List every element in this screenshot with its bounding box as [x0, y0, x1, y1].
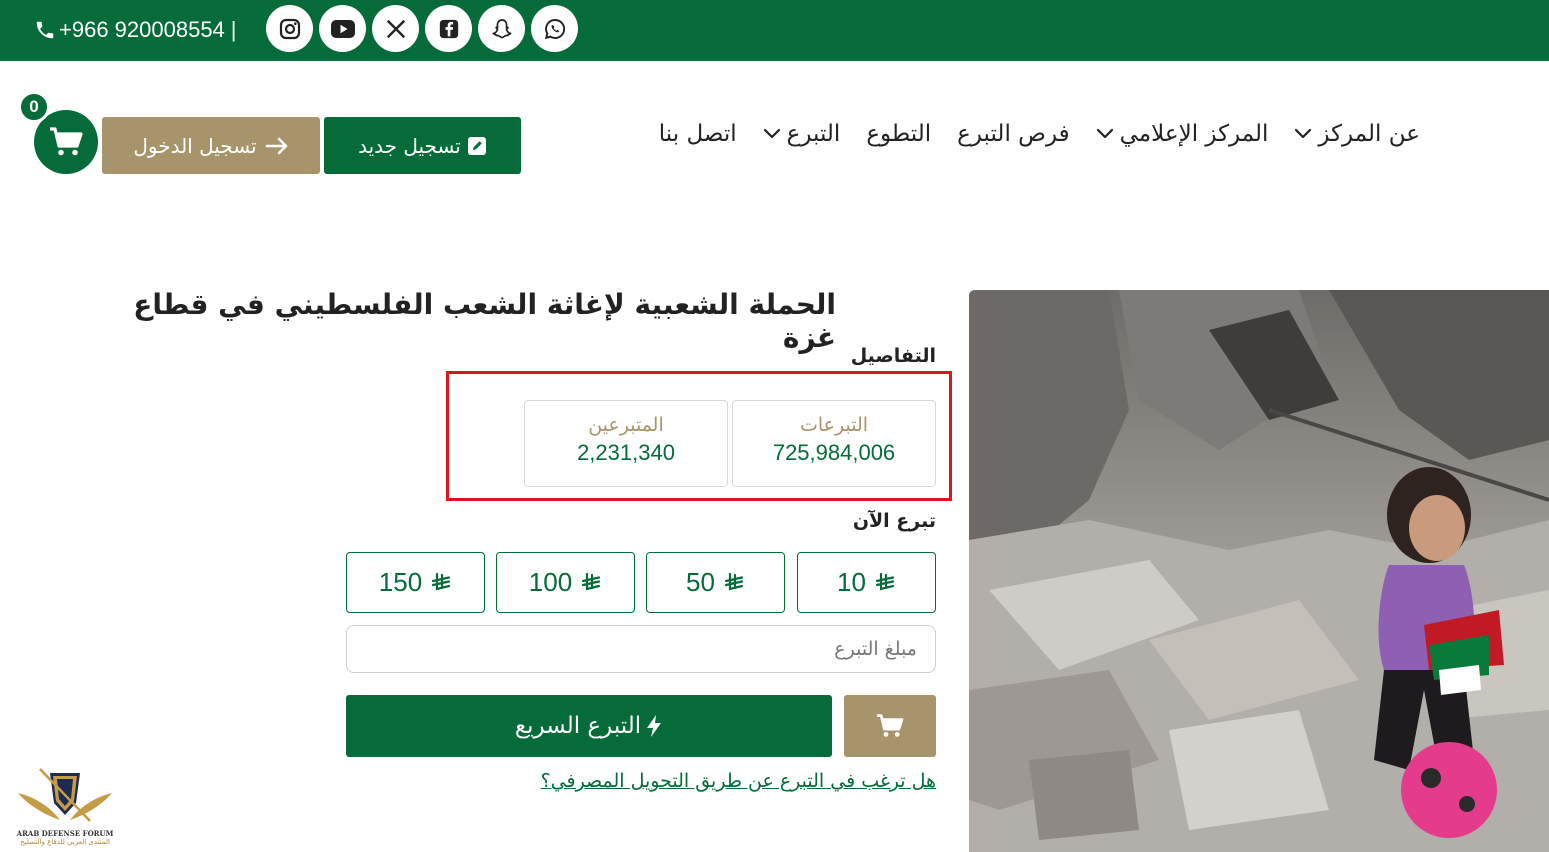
arrow-right-icon: [265, 137, 287, 154]
quick-donate-label: التبرع السريع: [514, 713, 642, 739]
x-link[interactable]: [372, 5, 419, 52]
amount-value: 100: [528, 567, 573, 597]
arab-defense-forum-watermark: ARAB DEFENSE FORUM المنتدى العربي للدفاع…: [10, 765, 120, 850]
donation-amount-input[interactable]: [346, 625, 936, 673]
riyal-icon: [724, 572, 744, 590]
amount-option-50[interactable]: 50: [646, 552, 785, 613]
phone-separator: |: [230, 17, 237, 42]
snapchat-icon: [491, 18, 512, 38]
phone-icon: [36, 21, 54, 39]
nav-item-label: فرص التبرع: [957, 121, 1070, 147]
login-label: تسجيل الدخول: [133, 133, 257, 158]
campaign-photo: [969, 290, 1549, 852]
whatsapp-link[interactable]: [531, 5, 578, 52]
nav-item-2[interactable]: فرص التبرع: [957, 121, 1070, 147]
riyal-icon: [582, 572, 601, 590]
amount-option-150[interactable]: 150: [346, 552, 485, 613]
riyal-icon: [432, 572, 451, 590]
whatsapp-icon: [544, 18, 565, 39]
nav-item-1[interactable]: المركز الإعلامي: [1096, 121, 1269, 147]
nav-item-label: المركز الإعلامي: [1119, 121, 1269, 147]
donations-value: 725,984,006: [772, 440, 896, 465]
nav-item-4[interactable]: التبرع: [763, 121, 841, 147]
register-button[interactable]: تسجيل جديد: [324, 117, 521, 174]
login-button[interactable]: تسجيل الدخول: [102, 117, 320, 174]
forum-logo: [18, 768, 112, 822]
forum-name-en: ARAB DEFENSE FORUM: [16, 829, 114, 838]
lightning-icon: [647, 715, 662, 737]
forum-name-ar: المنتدى العربي للدفاع والتسليح: [20, 838, 110, 846]
nav-item-0[interactable]: عن المركز: [1294, 121, 1420, 147]
donations-label: التبرعات: [799, 414, 869, 436]
donations-stat-card: التبرعات 725,984,006: [732, 400, 936, 487]
donors-value: 2,231,340: [577, 440, 675, 465]
quick-donate-button[interactable]: التبرع السريع: [346, 695, 832, 757]
social-links: [266, 5, 578, 52]
top-bar: +966 920008554 |: [0, 0, 1549, 61]
cart-icon: [50, 127, 83, 156]
phone-contact[interactable]: +966 920008554 |: [34, 14, 237, 46]
youtube-icon: [330, 19, 355, 38]
main-nav: عن المركز المركز الإعلامي فرص التبرع التطوع…: [659, 108, 1420, 160]
amount-value: 50: [686, 567, 715, 597]
amount-value: 150: [378, 567, 423, 597]
details-heading: التفاصيل: [850, 345, 936, 367]
cart-count-badge: 0: [18, 91, 50, 123]
youtube-link[interactable]: [319, 5, 366, 52]
bank-transfer-link[interactable]: هل ترغب في التبرع عن طريق التحويل المصرف…: [480, 770, 936, 792]
nav-item-label: التطوع: [866, 121, 932, 147]
chevron-down-icon: [1294, 128, 1312, 140]
facebook-link[interactable]: [425, 5, 472, 52]
edit-icon: [467, 136, 486, 155]
instagram-link[interactable]: [266, 5, 313, 52]
donate-now-heading: تبرع الآن: [852, 510, 936, 532]
facebook-icon: [439, 19, 458, 38]
chevron-down-icon: [1096, 128, 1114, 140]
add-to-cart-button[interactable]: [844, 695, 936, 757]
donors-stat-card: المتبرعين 2,231,340: [524, 400, 728, 487]
phone-number: +966 920008554: [59, 17, 225, 42]
campaign-image: [969, 290, 1549, 852]
nav-item-label: اتصل بنا: [658, 121, 737, 147]
register-label: تسجيل جديد: [358, 133, 461, 158]
x-icon: [386, 19, 405, 38]
cart-icon: [877, 714, 904, 737]
chevron-down-icon: [763, 128, 781, 140]
nav-item-label: التبرع: [786, 121, 841, 147]
amount-option-100[interactable]: 100: [496, 552, 635, 613]
amount-option-10[interactable]: 10: [797, 552, 936, 613]
donors-label: المتبرعين: [588, 414, 664, 436]
riyal-icon: [875, 572, 895, 590]
nav-item-3[interactable]: التطوع: [866, 121, 931, 147]
snapchat-link[interactable]: [478, 5, 525, 52]
nav-item-label: عن المركز: [1318, 121, 1420, 147]
amount-value: 10: [837, 567, 866, 597]
nav-item-5[interactable]: اتصل بنا: [659, 121, 737, 147]
instagram-icon: [279, 18, 300, 39]
